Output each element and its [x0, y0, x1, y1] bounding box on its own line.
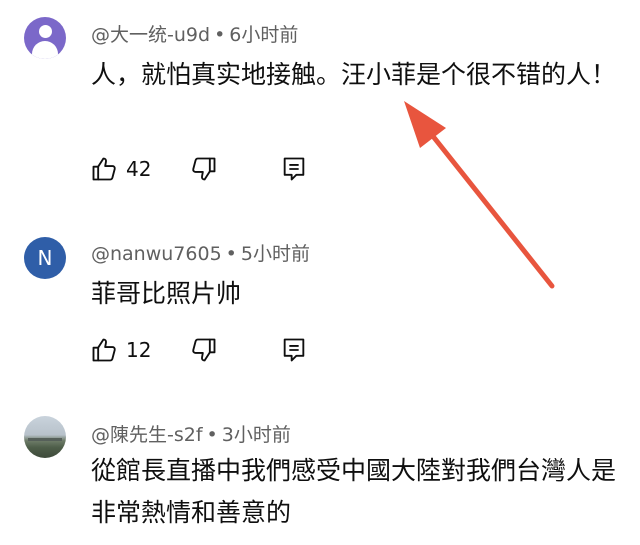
like-count: 12: [126, 338, 152, 362]
comment-author[interactable]: @陳先生-s2f: [91, 424, 203, 446]
avatar-head: [39, 25, 52, 38]
comment-text: 人，就怕真实地接触。汪小菲是个很不错的人！: [91, 60, 617, 89]
comment-text: 菲哥比照片帅: [91, 279, 242, 308]
meta-separator: •: [206, 424, 218, 446]
comment: @大一统-u9d • 6小时前 人，就怕真实地接触。汪小菲是个很不错的人！ 42: [0, 0, 640, 200]
thumbs-down-icon[interactable]: [190, 155, 218, 187]
comment: N @nanwu7605 • 5小时前 菲哥比照片帅 12: [0, 200, 640, 400]
like-count: 42: [126, 157, 152, 181]
avatar[interactable]: [24, 416, 66, 458]
thumbs-up-icon[interactable]: [90, 155, 118, 187]
meta-separator: •: [225, 243, 237, 265]
comment-meta: @陳先生-s2f • 3小时前: [91, 420, 291, 447]
comment: @陳先生-s2f • 3小时前 從館長直播中我們感受中國大陸對我們台灣人是非常熱情和…: [0, 400, 640, 545]
comment-meta: @大一统-u9d • 6小时前: [91, 20, 298, 47]
avatar[interactable]: N: [24, 237, 66, 279]
comment-author[interactable]: @nanwu7605: [91, 243, 222, 265]
comment-time[interactable]: 3小时前: [222, 424, 291, 446]
avatar-shoulders: [32, 41, 58, 59]
reply-icon[interactable]: [280, 155, 308, 187]
comment-meta: @nanwu7605 • 5小时前: [91, 239, 310, 266]
comment-text: 從館長直播中我們感受中國大陸對我們台灣人是非常熱情和善意的: [91, 456, 617, 527]
thumbs-down-icon[interactable]: [190, 336, 218, 368]
avatar-photo-detail: [28, 438, 62, 441]
comment-time[interactable]: 6小时前: [229, 24, 298, 46]
meta-separator: •: [214, 24, 226, 46]
avatar[interactable]: [24, 17, 66, 59]
reply-icon[interactable]: [280, 336, 308, 368]
comment-author[interactable]: @大一统-u9d: [91, 24, 210, 46]
thumbs-up-icon[interactable]: [90, 336, 118, 368]
comment-time[interactable]: 5小时前: [241, 243, 310, 265]
